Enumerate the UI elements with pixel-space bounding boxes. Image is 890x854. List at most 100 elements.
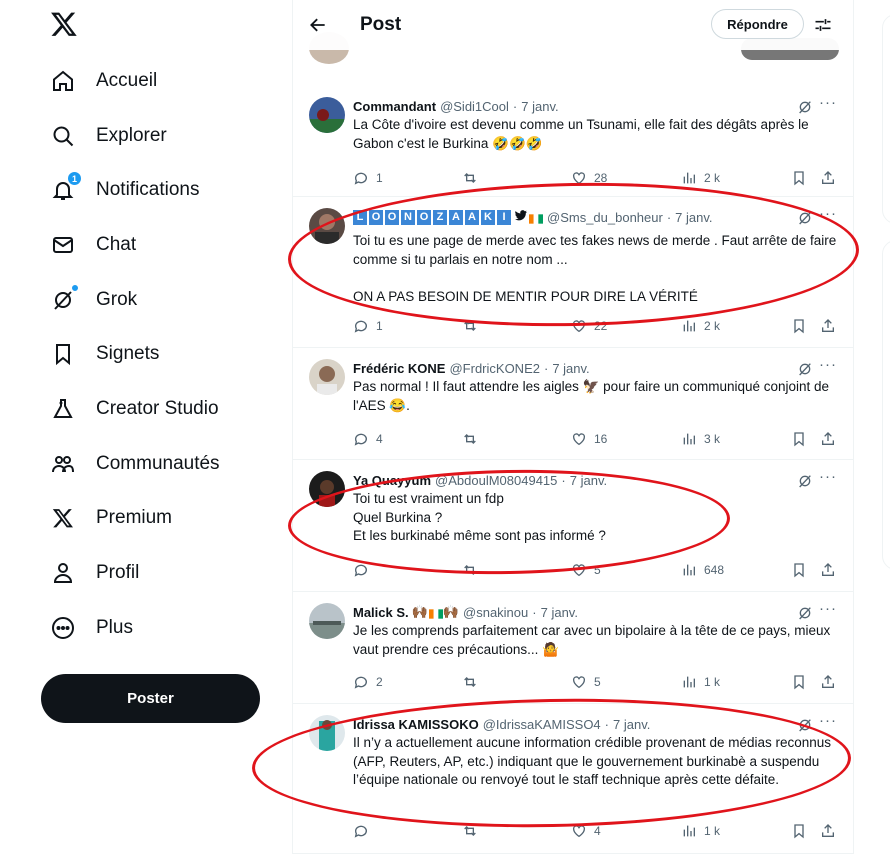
heart-icon[interactable]: 4 — [571, 823, 601, 839]
reply-icon[interactable]: 4 — [353, 431, 383, 447]
reply-icon[interactable] — [353, 823, 376, 839]
repost-icon[interactable] — [462, 674, 485, 690]
nav-item-communities[interactable]: Communautés — [40, 439, 220, 489]
nav-item-profile[interactable]: Profil — [40, 548, 139, 598]
grok-icon[interactable] — [797, 99, 813, 115]
repost-icon[interactable] — [462, 318, 485, 334]
bookmark-icon[interactable] — [791, 823, 807, 839]
nav-item-premium[interactable]: Premium — [40, 493, 172, 543]
post-button[interactable]: Poster — [41, 674, 260, 723]
avatar[interactable] — [309, 208, 345, 244]
share-icon[interactable] — [820, 170, 836, 186]
share-icon[interactable] — [820, 823, 836, 839]
bookmark-icon[interactable] — [791, 674, 807, 690]
avatar[interactable] — [309, 715, 345, 751]
reply-icon[interactable]: 1 — [353, 318, 383, 334]
author-handle[interactable]: @Sidi1Cool — [440, 99, 509, 114]
views-icon[interactable]: 648 — [681, 562, 724, 578]
more-icon[interactable]: ··· — [819, 713, 837, 731]
grok-icon[interactable] — [797, 473, 813, 489]
repost-icon[interactable] — [462, 562, 485, 578]
grok-icon[interactable] — [797, 605, 813, 621]
repost-icon[interactable] — [462, 823, 485, 839]
tweet-date[interactable]: 7 janv. — [613, 717, 650, 732]
bookmark-icon[interactable] — [791, 431, 807, 447]
reply-icon[interactable]: 1 — [353, 170, 383, 186]
views-icon[interactable]: 3 k — [681, 431, 720, 447]
tweet-date[interactable]: 7 janv. — [541, 605, 578, 620]
grok-icon[interactable] — [797, 361, 813, 377]
nav-item-grok[interactable]: Grok — [40, 275, 137, 325]
nav-item-more[interactable]: Plus — [40, 603, 133, 653]
tweet[interactable]: LOONOZAAKI @Sms_du_bonheur · 7 janv. ···… — [293, 198, 853, 348]
nav-item-chat[interactable]: Chat — [40, 220, 136, 270]
share-icon[interactable] — [820, 318, 836, 334]
heart-icon[interactable]: 5 — [571, 674, 601, 690]
share-icon[interactable] — [820, 562, 836, 578]
author-name[interactable]: Idrissa KAMISSOKO — [353, 717, 479, 732]
nav-label: Accueil — [96, 70, 158, 91]
tweet[interactable]: Commandant @Sidi1Cool · 7 janv. ··· La C… — [293, 87, 853, 197]
avatar[interactable] — [309, 97, 345, 133]
more-icon[interactable]: ··· — [819, 95, 837, 113]
reply-icon[interactable] — [353, 562, 376, 578]
nav-item-home[interactable]: Accueil — [40, 56, 157, 106]
more-icon[interactable]: ··· — [819, 469, 837, 487]
tweet-date[interactable]: 7 janv. — [552, 361, 589, 376]
views-icon[interactable]: 2 k — [681, 318, 720, 334]
tweet[interactable]: Idrissa KAMISSOKO @IdrissaKAMISSO4 · 7 j… — [293, 705, 853, 854]
tweet-date[interactable]: 7 janv. — [570, 473, 607, 488]
author-handle[interactable]: @IdrissaKAMISSO4 — [483, 717, 601, 732]
heart-icon[interactable]: 16 — [571, 431, 607, 447]
author-name[interactable]: Frédéric KONE — [353, 361, 445, 376]
nav-item-creator-studio[interactable]: Creator Studio — [40, 384, 219, 434]
share-icon[interactable] — [820, 674, 836, 690]
sliders-icon[interactable] — [810, 12, 836, 38]
bookmark-icon[interactable] — [791, 170, 807, 186]
views-icon[interactable]: 2 k — [681, 170, 720, 186]
tweet[interactable]: Ya Quayyum @AbdoulM08049415 · 7 janv. ··… — [293, 461, 853, 592]
reply-icon[interactable]: 2 — [353, 674, 383, 690]
tweet-date[interactable]: 7 janv. — [521, 99, 558, 114]
bookmark-icon[interactable] — [791, 318, 807, 334]
like-count: 28 — [594, 171, 608, 185]
x-logo-icon[interactable] — [50, 10, 80, 40]
nav-item-bookmarks[interactable]: Signets — [40, 329, 159, 379]
share-icon[interactable] — [820, 431, 836, 447]
repost-icon[interactable] — [462, 170, 485, 186]
tweet-actions: 2 5 1 k — [353, 672, 839, 692]
views-icon[interactable]: 1 k — [681, 823, 720, 839]
author-handle[interactable]: @AbdoulM08049415 — [435, 473, 557, 488]
nav-label: Plus — [96, 617, 133, 638]
more-icon[interactable]: ··· — [819, 601, 837, 619]
author-handle[interactable]: @Sms_du_bonheur — [547, 210, 663, 225]
grok-icon — [50, 284, 79, 313]
avatar[interactable] — [309, 359, 345, 395]
heart-icon[interactable]: 5 — [571, 562, 601, 578]
tweet[interactable]: Frédéric KONE @FrdricKONE2 · 7 janv. ···… — [293, 349, 853, 460]
author-handle[interactable]: @FrdricKONE2 — [449, 361, 540, 376]
more-icon[interactable]: ··· — [819, 206, 837, 224]
grok-icon[interactable] — [797, 717, 813, 733]
nav-item-notifications[interactable]: 1 Notifications — [40, 165, 200, 215]
avatar[interactable] — [309, 603, 345, 639]
tweet[interactable]: Malick S. 🙌🏾 🙌🏾 @snakinou · 7 janv. ··· … — [293, 593, 853, 704]
heart-icon[interactable]: 22 — [571, 318, 607, 334]
grok-icon[interactable] — [797, 210, 813, 226]
nav-item-explore[interactable]: Explorer — [40, 111, 167, 161]
repost-icon[interactable] — [462, 431, 485, 447]
author-name[interactable]: LOONOZAAKI — [353, 209, 513, 225]
more-icon[interactable]: ··· — [819, 357, 837, 375]
back-arrow-icon[interactable] — [305, 12, 331, 38]
bookmark-icon[interactable] — [791, 562, 807, 578]
views-icon[interactable]: 1 k — [681, 674, 720, 690]
author-name[interactable]: Commandant — [353, 99, 436, 114]
author-name[interactable]: Ya Quayyum — [353, 473, 431, 488]
ivory-coast-flag-icon — [428, 607, 443, 619]
avatar[interactable] — [309, 471, 345, 507]
reply-button[interactable]: Répondre — [711, 9, 804, 39]
author-name[interactable]: Malick S. — [353, 605, 409, 620]
heart-icon[interactable]: 28 — [571, 170, 607, 186]
tweet-date[interactable]: 7 janv. — [675, 210, 712, 225]
author-handle[interactable]: @snakinou — [463, 605, 528, 620]
